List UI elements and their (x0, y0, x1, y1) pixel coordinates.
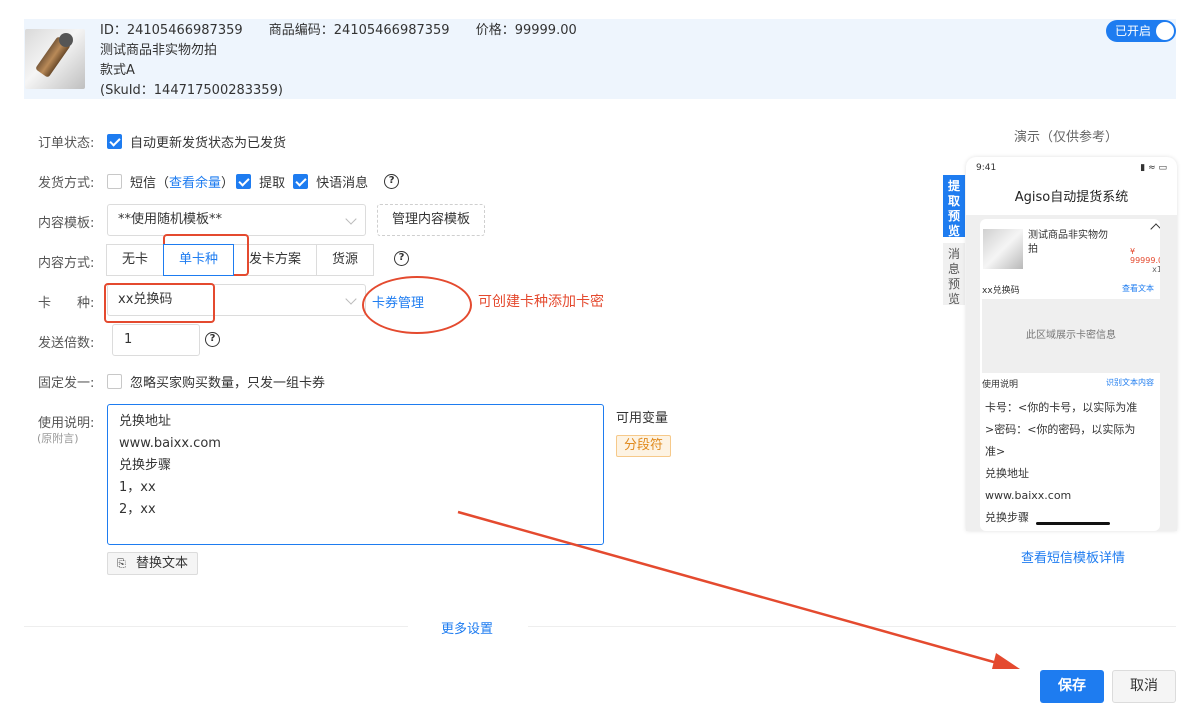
tab-pickup-preview[interactable]: 提取预览 (943, 175, 965, 238)
sms-label: 短信 (130, 176, 157, 191)
preview-recognize-link[interactable]: 识别文本内容 (1106, 377, 1154, 388)
template-select[interactable]: **使用随机模板** (107, 204, 366, 236)
annotation-ellipse-card-manage (362, 276, 472, 334)
product-details: ID：24105466987359 商品编码：24105466987359 价格… (100, 21, 599, 101)
phone-app-title: Agiso自动提货系统 (966, 181, 1177, 215)
help-icon[interactable]: ? (384, 174, 400, 189)
preview-card: 测试商品非实物勿拍 ¥ 99999.00 x1 xx兑换码 查看文本 此区域展示… (980, 219, 1160, 531)
preview-line: 兑换地址 (985, 467, 1029, 480)
phone-home-indicator (1036, 522, 1110, 525)
card-type-label: 卡 种: (38, 296, 95, 311)
send-times-input[interactable]: 1 (112, 324, 200, 356)
preview-line: >密码：<你的密码，以实际为 (985, 423, 1136, 436)
help-icon[interactable]: ? (394, 251, 409, 266)
product-info-bar: ID：24105466987359 商品编码：24105466987359 价格… (24, 19, 1176, 99)
replace-text-button[interactable]: ⎘ 替换文本 (107, 552, 198, 575)
product-name: 测试商品非实物勿拍 (100, 43, 218, 58)
paren-close: ） (221, 176, 235, 191)
order-status-label: 订单状态: (38, 136, 95, 151)
paren-open: （ (156, 176, 170, 191)
preview-title: 演示（仅供参考） (1014, 130, 1119, 145)
replace-text-label: 替换文本 (135, 556, 188, 571)
preview-line: www.baixx.com (985, 489, 1072, 502)
pickup-label: 提取 (259, 176, 286, 191)
phone-status-bar: 9:41 ▮ ≈ ▭ (966, 157, 1177, 181)
enabled-toggle[interactable]: 已开启 (1106, 20, 1176, 42)
pickup-checkbox[interactable] (236, 174, 252, 189)
instructions-sublabel: (原附言) (37, 432, 79, 445)
preview-view-text-link[interactable]: 查看文本 (1122, 283, 1154, 294)
send-times-label: 发送倍数: (38, 336, 95, 351)
preview-item-price: ¥ 99999.00 (1130, 247, 1160, 265)
help-icon[interactable]: ? (205, 332, 220, 347)
segment-tag[interactable]: 分段符 (616, 435, 672, 457)
product-sku: (SkuId：144717500283359) (100, 83, 283, 98)
annotation-hint: 可创建卡种添加卡密 (478, 294, 604, 310)
preview-line: 卡号：<你的卡号，以实际为准 (985, 401, 1138, 414)
signal-icon: ▮ ≈ ▭ (1140, 163, 1167, 173)
preview-item-thumb (983, 229, 1023, 269)
mode-single-card[interactable]: 单卡种 (163, 244, 235, 276)
fixed-send-checkbox[interactable] (107, 374, 122, 389)
content-mode-label: 内容方式: (38, 256, 95, 271)
preview-usage-content: 卡号：<你的卡号，以实际为准 >密码：<你的密码，以实际为 准> 兑换地址 ww… (985, 397, 1160, 529)
preview-line: 准> (985, 445, 1006, 458)
auto-update-checkbox[interactable] (107, 134, 122, 149)
tab-message-preview[interactable]: 消息预览 (943, 243, 965, 306)
cancel-button[interactable]: 取消 (1112, 670, 1176, 703)
product-style: 款式A (100, 63, 135, 78)
preview-item-name: 测试商品非实物勿拍 (1028, 230, 1108, 255)
auto-update-label: 自动更新发货状态为已发货 (130, 136, 287, 151)
quick-msg-label: 快语消息 (316, 176, 369, 191)
template-label: 内容模板: (38, 216, 95, 231)
phone-preview: 9:41 ▮ ≈ ▭ Agiso自动提货系统 测试商品非实物勿拍 ¥ 99999… (966, 157, 1177, 531)
preview-item-qty: x1 (1152, 265, 1160, 274)
toggle-label: 已开启 (1115, 24, 1152, 38)
sms-balance-link[interactable]: 查看余量 (169, 172, 221, 191)
fixed-send-label: 固定发一: (38, 376, 95, 391)
template-select-value: **使用随机模板** (118, 212, 223, 227)
divider-left (24, 626, 408, 627)
toggle-knob (1156, 22, 1174, 40)
chevron-down-icon (345, 213, 357, 225)
product-price: 价格：99999.00 (475, 23, 577, 38)
product-code: 商品编码：24105466987359 (268, 23, 450, 38)
save-button[interactable]: 保存 (1040, 670, 1104, 703)
chevron-up-icon[interactable] (1150, 223, 1160, 235)
preview-usage-label: 使用说明 (982, 380, 1019, 390)
instructions-label: 使用说明: (38, 416, 95, 431)
mode-source[interactable]: 货源 (316, 244, 375, 276)
quick-msg-checkbox[interactable] (293, 174, 309, 189)
fixed-send-text: 忽略买家购买数量，只发一组卡券 (130, 376, 326, 391)
instructions-textarea[interactable]: 兑换地址 www.baixx.com 兑换步骤 1，xx 2，xx (107, 404, 604, 545)
mode-no-card[interactable]: 无卡 (106, 244, 165, 276)
replace-icon: ⎘ (117, 557, 126, 570)
preview-card-placeholder: 此区域展示卡密信息 (982, 299, 1160, 373)
preview-card-name: xx兑换码 (982, 286, 1020, 296)
chevron-down-icon (345, 293, 357, 305)
annotation-box-card-type (104, 283, 215, 323)
phone-time: 9:41 (976, 163, 997, 173)
product-id: ID：24105466987359 (100, 23, 243, 38)
preview-line: 兑换步骤 (985, 511, 1029, 524)
manage-template-button[interactable]: 管理内容模板 (377, 204, 486, 236)
sms-checkbox[interactable] (107, 174, 122, 189)
more-settings-link[interactable]: 更多设置 (441, 618, 493, 637)
sms-template-link[interactable]: 查看短信模板详情 (1021, 547, 1125, 566)
ship-method-label: 发货方式: (38, 176, 95, 191)
divider-right (528, 626, 1176, 627)
variables-label: 可用变量 (616, 411, 669, 426)
product-thumbnail (25, 29, 85, 89)
